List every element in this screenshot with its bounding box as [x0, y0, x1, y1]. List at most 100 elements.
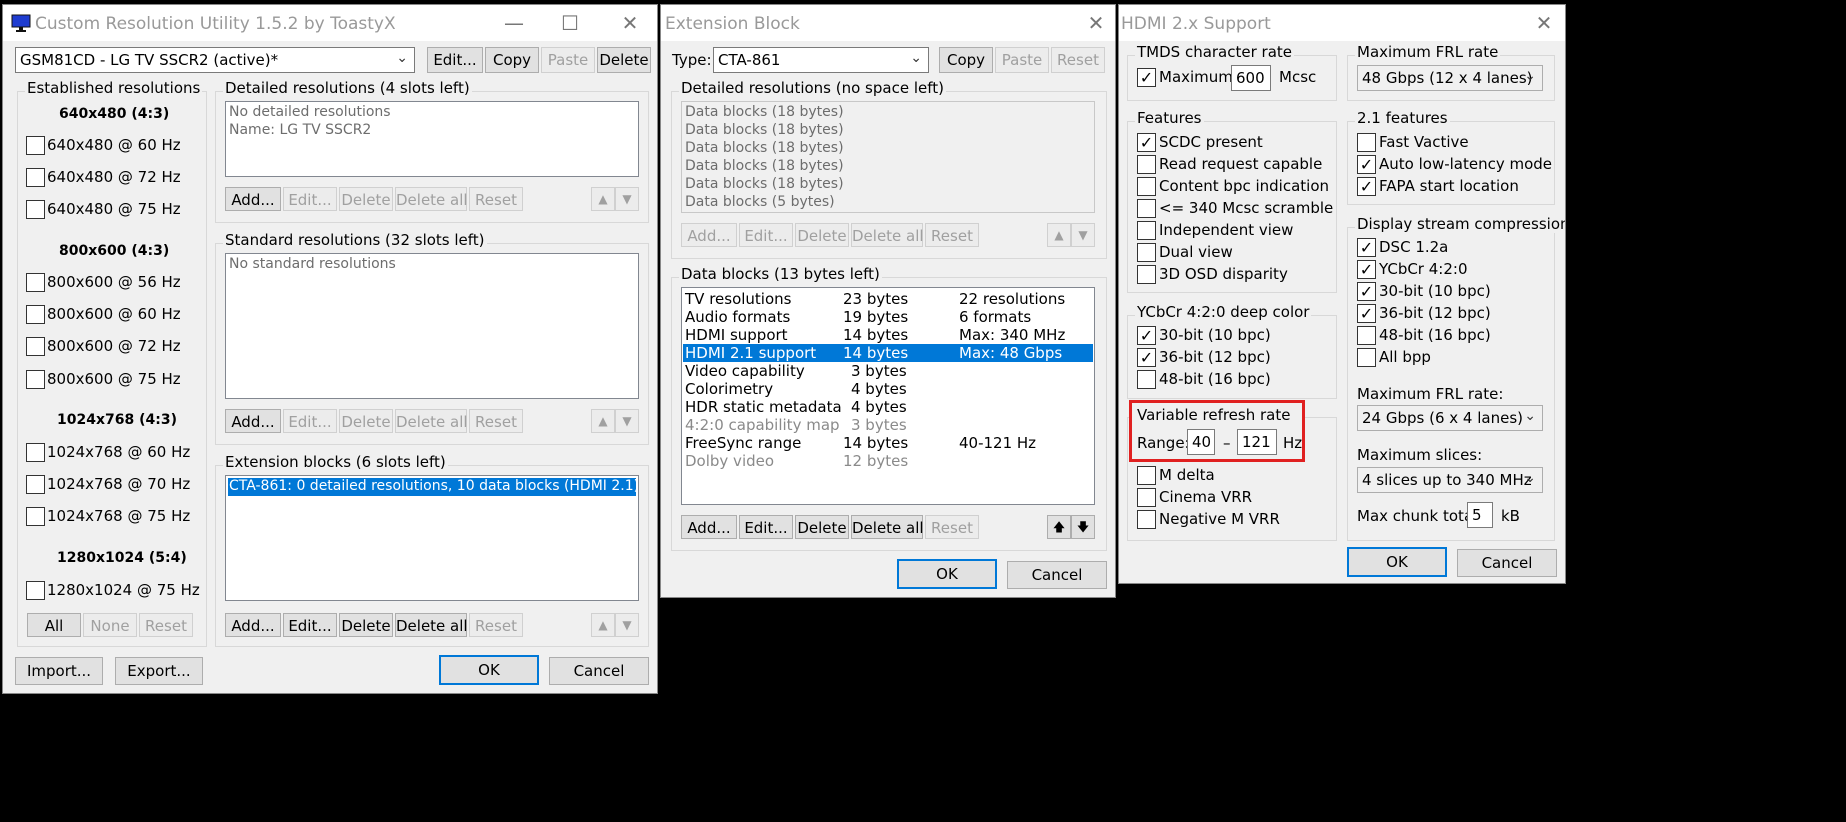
dsc-checkbox[interactable]: ✓ — [1357, 238, 1376, 257]
delete-detailed-button[interactable]: Delete — [339, 187, 393, 211]
import-button[interactable]: Import... — [15, 657, 103, 685]
max-slices-select[interactable]: 4 slices up to 340 MHz ⌄ — [1357, 467, 1543, 493]
add-detailed-button[interactable]: Add... — [681, 223, 737, 247]
dual-view-checkbox[interactable] — [1137, 243, 1156, 262]
move-down-icon[interactable]: ▼ — [615, 187, 639, 211]
fast-vactive-checkbox[interactable] — [1357, 133, 1376, 152]
reset-detailed-button[interactable]: Reset — [925, 223, 979, 247]
edit-detailed-button[interactable]: Edit... — [739, 223, 793, 247]
close-icon[interactable]: ✕ — [1081, 10, 1111, 36]
reset-established-button[interactable]: Reset — [139, 613, 193, 637]
edit-extension-button[interactable]: Edit... — [283, 613, 337, 637]
table-row[interactable]: HDMI support 14 bytes Max: 340 MHz — [683, 326, 1093, 344]
delete-detailed-button[interactable]: Delete — [795, 223, 849, 247]
vrr-max-input[interactable]: 121 — [1237, 429, 1277, 455]
reset-button[interactable]: Reset — [1051, 47, 1105, 73]
maximize-icon[interactable]: ☐ — [555, 10, 585, 36]
dsc-30bit-checkbox[interactable]: ✓ — [1357, 282, 1376, 301]
delete-standard-button[interactable]: Delete — [339, 409, 393, 433]
reset-standard-button[interactable]: Reset — [469, 409, 523, 433]
table-row[interactable]: Video capability 3 bytes — [683, 362, 1093, 380]
table-row[interactable]: HDR static metadata 4 bytes — [683, 398, 1093, 416]
cancel-button[interactable]: Cancel — [1457, 549, 1557, 577]
delete-all-detailed-button[interactable]: Delete all — [395, 187, 468, 211]
delete-all-blocks-button[interactable]: Delete all — [851, 515, 924, 539]
delete-extension-button[interactable]: Delete — [339, 613, 393, 637]
extension-list[interactable]: CTA-861: 0 detailed resolutions, 10 data… — [225, 475, 639, 601]
table-row[interactable]: Colorimetry 4 bytes — [683, 380, 1093, 398]
checkbox[interactable] — [26, 305, 45, 324]
content-bpc-checkbox[interactable] — [1137, 177, 1156, 196]
deep-30bit-checkbox[interactable]: ✓ — [1137, 326, 1156, 345]
move-up-icon[interactable]: ▲ — [591, 409, 615, 433]
scramble-checkbox[interactable] — [1137, 199, 1156, 218]
standard-list[interactable]: No standard resolutions — [225, 253, 639, 399]
max-chunk-input[interactable]: 5 — [1467, 502, 1493, 528]
dsc-48bit-checkbox[interactable] — [1357, 326, 1376, 345]
move-down-icon[interactable]: ▼ — [1071, 223, 1095, 247]
reset-detailed-button[interactable]: Reset — [469, 187, 523, 211]
detailed-list[interactable]: No detailed resolutions Name: LG TV SSCR… — [225, 101, 639, 177]
ok-button[interactable]: OK — [1347, 547, 1447, 577]
edit-display-button[interactable]: Edit... — [427, 47, 483, 73]
cancel-button[interactable]: Cancel — [549, 657, 649, 685]
reset-extension-button[interactable]: Reset — [469, 613, 523, 637]
checkbox[interactable] — [26, 507, 45, 526]
tmds-max-input[interactable]: 600 — [1231, 65, 1271, 91]
scdc-checkbox[interactable]: ✓ — [1137, 133, 1156, 152]
move-up-icon[interactable]: 🡅 — [1047, 515, 1071, 539]
max-frl-select[interactable]: 48 Gbps (12 x 4 lanes) ⌄ — [1357, 65, 1543, 91]
ok-button[interactable]: OK — [439, 655, 539, 685]
copy-button[interactable]: Copy — [939, 47, 993, 73]
reset-blocks-button[interactable]: Reset — [925, 515, 979, 539]
type-select[interactable]: CTA-861 ⌄ — [713, 47, 929, 73]
close-icon[interactable]: ✕ — [615, 10, 645, 36]
checkbox[interactable] — [26, 443, 45, 462]
allm-checkbox[interactable]: ✓ — [1357, 155, 1376, 174]
checkbox[interactable] — [26, 273, 45, 292]
negative-m-vrr-checkbox[interactable] — [1137, 510, 1156, 529]
table-row[interactable]: Dolby video 12 bytes — [683, 452, 1093, 470]
display-select[interactable]: GSM81CD - LG TV SSCR2 (active)* ⌄ — [15, 47, 415, 73]
cinema-vrr-checkbox[interactable] — [1137, 488, 1156, 507]
delete-all-extension-button[interactable]: Delete all — [395, 613, 468, 637]
move-down-icon[interactable]: ▼ — [615, 613, 639, 637]
edit-block-button[interactable]: Edit... — [739, 515, 793, 539]
all-button[interactable]: All — [27, 613, 81, 637]
vrr-min-input[interactable]: 40 — [1187, 429, 1215, 455]
read-request-checkbox[interactable] — [1137, 155, 1156, 174]
delete-all-standard-button[interactable]: Delete all — [395, 409, 468, 433]
move-down-icon[interactable]: ▼ — [615, 409, 639, 433]
deep-36bit-checkbox[interactable]: ✓ — [1137, 348, 1156, 367]
add-block-button[interactable]: Add... — [681, 515, 737, 539]
export-button[interactable]: Export... — [115, 657, 203, 685]
move-down-icon[interactable]: 🡇 — [1071, 515, 1095, 539]
checkbox[interactable] — [26, 581, 45, 600]
paste-button[interactable]: Paste — [541, 47, 595, 73]
close-icon[interactable]: ✕ — [1529, 10, 1559, 36]
table-row[interactable]: TV resolutions 23 bytes 22 resolutions — [683, 290, 1093, 308]
move-up-icon[interactable]: ▲ — [591, 187, 615, 211]
table-row[interactable]: FreeSync range 14 bytes 40-121 Hz — [683, 434, 1093, 452]
list-item[interactable]: CTA-861: 0 detailed resolutions, 10 data… — [227, 477, 638, 497]
paste-button[interactable]: Paste — [995, 47, 1049, 73]
checkbox[interactable]: ✓ — [1137, 68, 1156, 87]
data-blocks-list[interactable]: TV resolutions 23 bytes 22 resolutions Aud… — [681, 287, 1095, 505]
checkbox[interactable] — [26, 136, 45, 155]
checkbox[interactable] — [26, 370, 45, 389]
dsc-max-frl-select[interactable]: 24 Gbps (6 x 4 lanes) ⌄ — [1357, 405, 1543, 431]
dsc-ycbcr-checkbox[interactable]: ✓ — [1357, 260, 1376, 279]
table-row-selected[interactable]: HDMI 2.1 support 14 bytes Max: 48 Gbps — [683, 344, 1093, 362]
deep-48bit-checkbox[interactable] — [1137, 370, 1156, 389]
add-standard-button[interactable]: Add... — [225, 409, 281, 433]
move-up-icon[interactable]: ▲ — [591, 613, 615, 637]
delete-display-button[interactable]: Delete — [597, 47, 651, 73]
checkbox[interactable] — [26, 200, 45, 219]
osd-disparity-checkbox[interactable] — [1137, 265, 1156, 284]
dsc-36bit-checkbox[interactable]: ✓ — [1357, 304, 1376, 323]
add-extension-button[interactable]: Add... — [225, 613, 281, 637]
move-up-icon[interactable]: ▲ — [1047, 223, 1071, 247]
table-row[interactable]: Audio formats 19 bytes 6 formats — [683, 308, 1093, 326]
minimize-icon[interactable]: — — [499, 10, 529, 36]
checkbox[interactable] — [26, 168, 45, 187]
